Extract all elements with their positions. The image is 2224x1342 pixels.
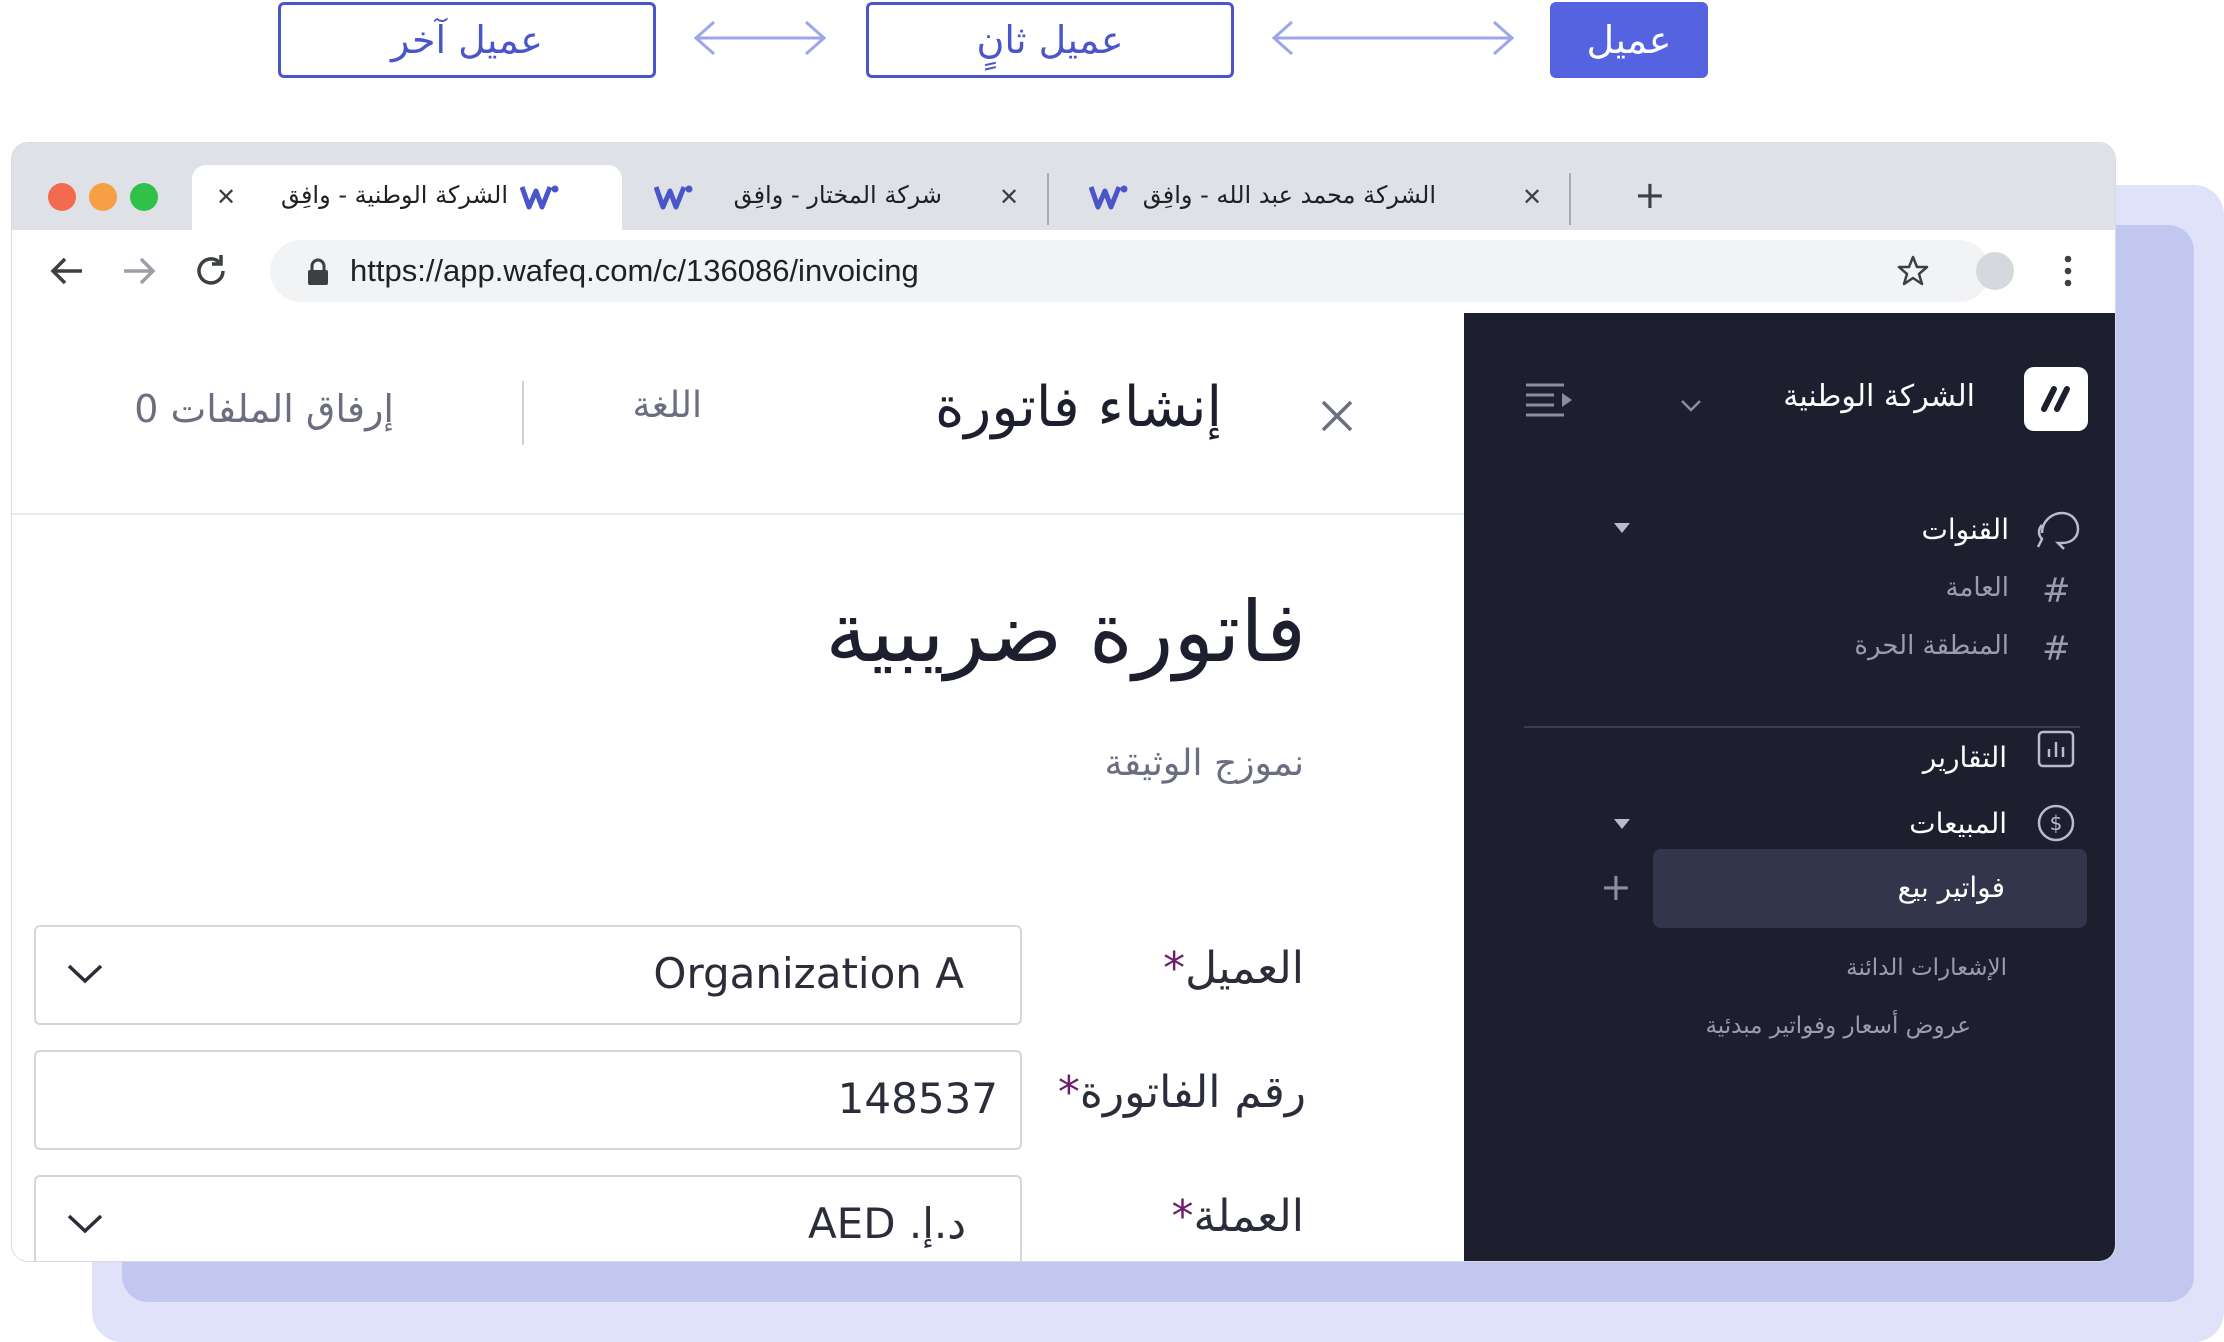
- invoice-number-input[interactable]: 148537: [34, 1050, 1022, 1150]
- customer-label: العميل*: [1163, 943, 1304, 994]
- sidebar-divider: [1524, 726, 2080, 728]
- new-tab-button[interactable]: +: [1634, 173, 1666, 217]
- tab-separator: [1569, 173, 1571, 225]
- client-button[interactable]: عميل: [1550, 2, 1708, 78]
- caret-down-icon[interactable]: [1612, 521, 1632, 535]
- chat-bubbles-icon: [2036, 511, 2080, 550]
- bar-chart-icon: [2037, 730, 2075, 768]
- close-tab-icon[interactable]: ✕: [999, 183, 1019, 211]
- close-tab-icon[interactable]: ✕: [1522, 183, 1542, 211]
- chevron-down-icon[interactable]: [1680, 399, 1702, 413]
- company-name[interactable]: الشركة الوطنية: [1783, 379, 1975, 414]
- second-client-button[interactable]: عميل ثانٍ: [866, 2, 1234, 78]
- menu-dots-icon[interactable]: [2062, 252, 2074, 290]
- required-mark: *: [1163, 943, 1186, 994]
- double-arrow-icon: [1271, 20, 1515, 56]
- invoice-number-label: رقم الفاتورة*: [1057, 1067, 1306, 1118]
- caret-down-icon[interactable]: [1612, 817, 1632, 831]
- currency-label: العملة*: [1171, 1191, 1304, 1242]
- forward-arrow-icon[interactable]: [120, 252, 158, 290]
- tab-national-company[interactable]: ✕ الشركة الوطنية - وافِق: [192, 165, 622, 230]
- sidebar-item-reports[interactable]: التقارير: [1923, 741, 2007, 774]
- hash-icon: #: [2042, 629, 2071, 669]
- address-bar[interactable]: https://app.wafeq.com/c/136086/invoicing: [270, 240, 1990, 302]
- close-icon[interactable]: [1320, 399, 1354, 433]
- tab-mohammed-company[interactable]: ✕ الشركة محمد عبد الله - وافِق: [1062, 165, 1572, 230]
- sidebar: الشركة الوطنية القنوات # العامة # المنطق…: [1464, 313, 2115, 1261]
- document-template-selector[interactable]: نموزج الوثيقة: [1105, 743, 1304, 784]
- page-title: إنشاء فاتورة: [934, 375, 1222, 440]
- header-divider: [522, 381, 524, 445]
- wafeq-logo-icon: [1089, 185, 1128, 210]
- language-selector[interactable]: اللغة: [632, 385, 702, 426]
- chevron-down-icon: [67, 1214, 103, 1234]
- profile-avatar[interactable]: [1976, 252, 2014, 290]
- sidebar-item-sales[interactable]: المبيعات: [1909, 807, 2007, 840]
- another-client-button[interactable]: عميل آخر: [278, 2, 656, 78]
- collapse-sidebar-icon[interactable]: [1524, 381, 1574, 417]
- url-text: https://app.wafeq.com/c/136086/invoicing: [350, 253, 919, 288]
- bookmark-star-icon[interactable]: [1896, 254, 1930, 288]
- browser-window: ✕ الشركة الوطنية - وافِق ✕ شركة المختار …: [12, 143, 2115, 1261]
- lock-icon: [308, 258, 328, 285]
- wafeq-logo: [2024, 367, 2088, 431]
- required-mark: *: [1057, 1067, 1080, 1118]
- browser-toolbar: https://app.wafeq.com/c/136086/invoicing: [12, 230, 2115, 313]
- attach-files-button[interactable]: إرفاق الملفات 0: [134, 387, 394, 431]
- wafeq-logo-icon: [520, 185, 559, 210]
- main-content: إرفاق الملفات 0 اللغة إنشاء فاتورة فاتور…: [12, 313, 1464, 1261]
- sidebar-item-sales-invoices[interactable]: فواتير بيع: [1653, 849, 2087, 928]
- maximize-window-button[interactable]: [130, 183, 158, 211]
- chevron-down-icon: [67, 964, 103, 984]
- wafeq-logo-icon: [654, 185, 693, 210]
- double-arrow-icon: [693, 20, 827, 56]
- document-title: فاتورة ضريبية: [825, 583, 1306, 681]
- close-tab-icon[interactable]: ✕: [216, 183, 236, 211]
- tab-mukhtar-company[interactable]: ✕ شركة المختار - وافِق: [637, 165, 1042, 230]
- required-mark: *: [1171, 1191, 1194, 1242]
- sidebar-item-free-zone[interactable]: المنطقة الحرة: [1854, 631, 2009, 661]
- svg-text:$: $: [2050, 811, 2063, 835]
- sidebar-item-channels[interactable]: القنوات: [1921, 513, 2009, 546]
- sidebar-item-general[interactable]: العامة: [1946, 573, 2009, 603]
- customer-select[interactable]: Organization A: [34, 925, 1022, 1025]
- tab-bar: ✕ الشركة الوطنية - وافِق ✕ شركة المختار …: [12, 143, 2115, 230]
- sidebar-item-credit-notes[interactable]: الإشعارات الدائنة: [1846, 955, 2007, 981]
- currency-select[interactable]: AED .د.إ: [34, 1175, 1022, 1261]
- reload-icon[interactable]: [192, 252, 230, 290]
- tab-separator: [1047, 173, 1049, 225]
- wafeq-logo-icon: [2041, 386, 2070, 412]
- hash-icon: #: [2042, 571, 2071, 611]
- add-invoice-button[interactable]: +: [1600, 865, 1632, 909]
- dollar-icon: $: [2037, 804, 2075, 842]
- minimize-window-button[interactable]: [89, 183, 117, 211]
- close-window-button[interactable]: [48, 183, 76, 211]
- header-separator: [12, 513, 1464, 515]
- sidebar-item-quotes[interactable]: عروض أسعار وفواتير مبدئية: [1705, 1013, 1971, 1039]
- back-arrow-icon[interactable]: [48, 252, 86, 290]
